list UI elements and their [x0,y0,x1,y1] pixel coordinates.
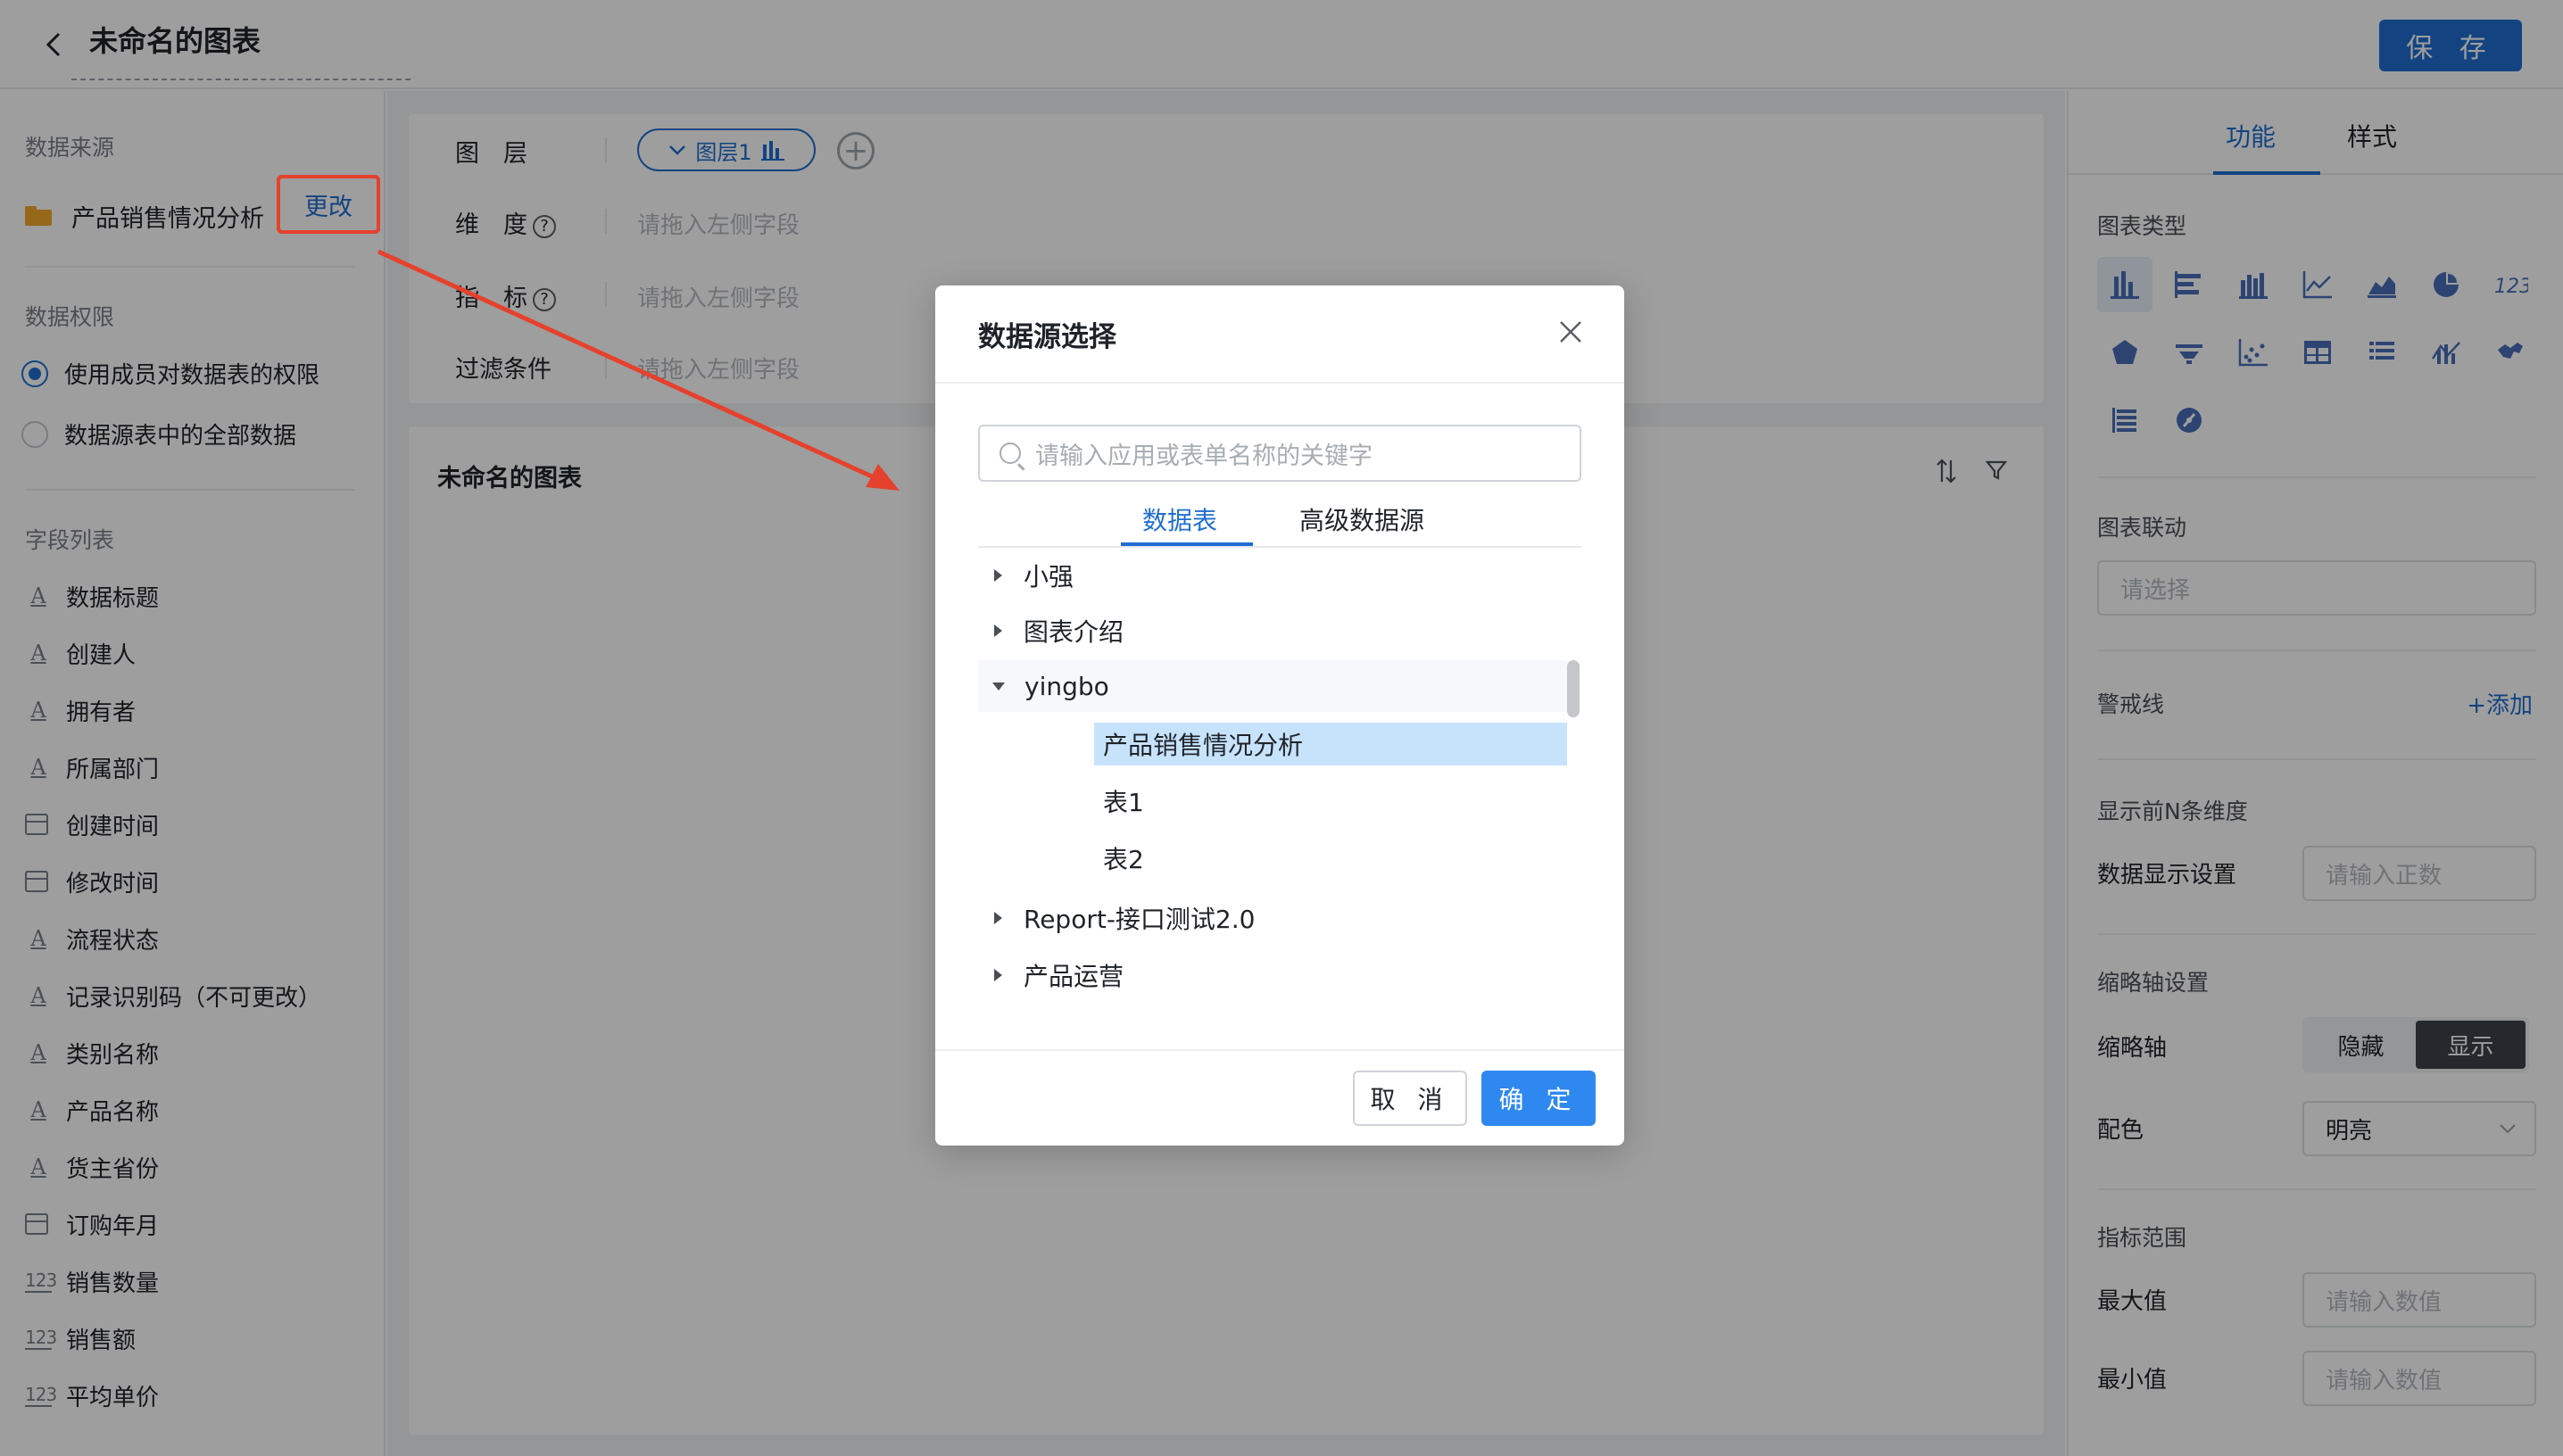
tab-data-table[interactable]: 数据表 [1142,501,1217,537]
confirm-button[interactable]: 确 定 [1481,1071,1596,1126]
source-tabs: 数据表 高级数据源 [978,489,1581,548]
search-placeholder: 请输入应用或表单名称的关键字 [1035,442,1373,470]
tree-node-label: Report-接口测试2.0 [1024,905,1256,934]
tree-node-label: 小强 [1024,562,1074,592]
tree-leaf[interactable]: 表1 [1094,780,1567,823]
source-tree: 小强 图表介绍 yingbo 产品销售情况分析 表1 表2 Report-接口测… [978,550,1567,1031]
divider [935,382,1624,384]
tree-node-label: yingbo [1024,671,1109,701]
close-button[interactable] [1555,316,1587,348]
cancel-button[interactable]: 取 消 [1353,1071,1467,1126]
dialog-title: 数据源选择 [978,321,1116,353]
tab-advanced-source[interactable]: 高级数据源 [1299,501,1424,537]
tree-node-chart-intro[interactable]: 图表介绍 [978,605,1567,657]
divider [935,1049,1624,1051]
caret-down-icon[interactable] [992,682,1005,691]
data-source-dialog: 数据源选择 请输入应用或表单名称的关键字 数据表 高级数据源 小强 图表介绍 y… [935,285,1624,1146]
tree-node-label: 产品运营 [1024,962,1124,991]
tree-leaf-selected[interactable]: 产品销售情况分析 [1094,723,1567,765]
caret-right-icon[interactable] [994,569,1002,582]
tree-node-yingbo[interactable]: yingbo [978,660,1567,712]
caret-right-icon[interactable] [994,969,1002,981]
active-tab-indicator [1121,542,1253,546]
tree-leaf[interactable]: 表2 [1094,837,1567,880]
caret-right-icon[interactable] [994,625,1002,637]
caret-right-icon[interactable] [994,912,1002,924]
close-icon [1560,321,1581,343]
source-search-input[interactable]: 请输入应用或表单名称的关键字 [978,425,1581,482]
tree-node-xiaoqiang[interactable]: 小强 [978,550,1567,601]
change-source-highlight [277,175,380,234]
tree-node-report-api[interactable]: Report-接口测试2.0 [978,892,1567,944]
tree-node-label: 图表介绍 [1024,617,1124,647]
search-icon [999,443,1021,464]
tree-node-product-ops[interactable]: 产品运营 [978,949,1567,1001]
tree-scrollbar[interactable] [1567,660,1580,717]
